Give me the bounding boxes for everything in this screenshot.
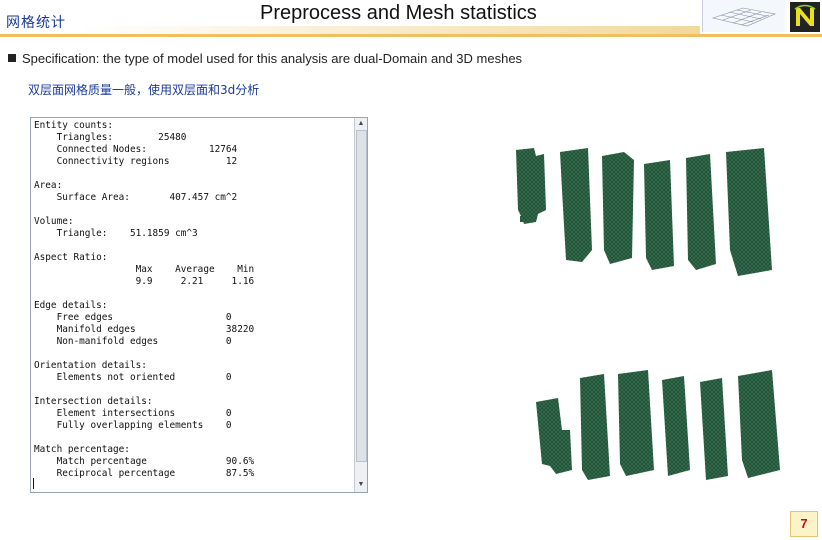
console-line: Intersection details:: [34, 396, 153, 407]
console-line: Triangles: 25480: [34, 132, 187, 143]
console-line: Orientation details:: [34, 360, 147, 371]
page-title: Preprocess and Mesh statistics: [260, 2, 537, 24]
console-scrollbar[interactable]: ▲ ▼: [354, 118, 367, 492]
mesh-thumbnail-icon: [702, 0, 785, 32]
console-line: Area:: [34, 180, 63, 191]
console-line: Connected Nodes: 12764: [34, 144, 238, 155]
mesh-render: [516, 148, 780, 480]
scroll-down-icon[interactable]: ▼: [356, 480, 366, 490]
header-gradient: [80, 26, 700, 34]
mesh-part: [560, 148, 592, 262]
bullet-icon: [8, 54, 16, 62]
console-line: Surface Area: 407.457 cm^2: [34, 192, 238, 203]
console-line: Elements not oriented 0: [34, 372, 232, 383]
console-line: Aspect Ratio:: [34, 252, 108, 263]
mesh-part: [618, 370, 654, 476]
console-line: Triangle: 51.1859 cm^3: [34, 228, 198, 239]
logo-icon: [790, 2, 820, 32]
header-divider: [0, 34, 822, 37]
slide-header: 网格统计 Preprocess and Mesh statistics: [0, 0, 822, 37]
mesh-part: [662, 376, 690, 476]
mesh-part: [686, 154, 716, 270]
console-line: Max Average Min: [34, 264, 255, 275]
console-line: Match percentage:: [34, 444, 130, 455]
scroll-up-icon[interactable]: ▲: [356, 119, 366, 129]
scroll-thumb[interactable]: [356, 130, 367, 462]
specification-line: Specification: the type of model used fo…: [8, 51, 522, 66]
section-title-cn: 网格统计: [6, 15, 66, 31]
console-line: Reciprocal percentage 87.5%: [34, 468, 255, 479]
specification-text: Specification: the type of model used fo…: [22, 51, 523, 66]
console-line: Entity counts:: [34, 120, 114, 131]
mesh-part: [644, 160, 674, 270]
console-line: Connectivity regions 12: [34, 156, 238, 167]
page-number: 7: [790, 511, 818, 537]
analysis-note-cn: 双层面网格质量一般，使用双层面和3d分析: [28, 83, 260, 97]
console-output: Entity counts: Triangles: 25480 Connecte…: [34, 120, 354, 480]
mesh-part: [580, 374, 610, 480]
console-line: Free edges 0: [34, 312, 232, 323]
console-line: Edge details:: [34, 300, 108, 311]
console-line: Match percentage 90.6%: [34, 456, 255, 467]
mesh-model-views: [500, 130, 800, 510]
mesh-part: [602, 152, 634, 264]
console-line: 9.9 2.21 1.16: [34, 276, 255, 287]
mesh-part: [536, 398, 572, 474]
mesh-statistics-console[interactable]: Entity counts: Triangles: 25480 Connecte…: [30, 117, 368, 493]
console-line: Element intersections 0: [34, 408, 232, 419]
console-line: Non-manifold edges 0: [34, 336, 232, 347]
mesh-part: [516, 148, 546, 224]
mesh-part: [738, 370, 780, 478]
console-line: Volume:: [34, 216, 74, 227]
text-cursor: [33, 478, 34, 489]
console-line: Manifold edges 38220: [34, 324, 255, 335]
mesh-part: [726, 148, 772, 276]
console-line: Fully overlapping elements 0: [34, 420, 232, 431]
mesh-part: [700, 378, 728, 480]
